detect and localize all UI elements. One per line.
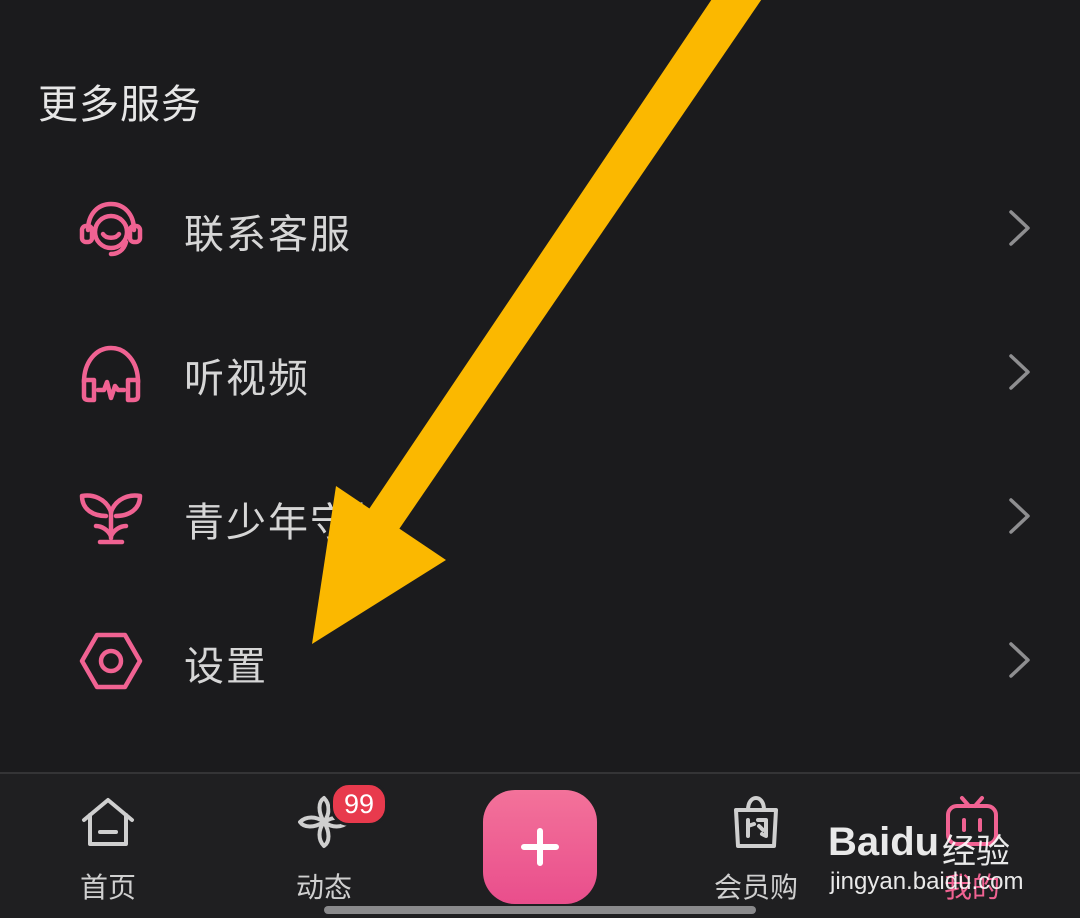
tab-label: 动态 (295, 871, 352, 904)
menu-item-customer-service[interactable]: 联系客服 (0, 156, 1080, 300)
notification-badge: 99 (330, 782, 388, 826)
menu-item-listen-video[interactable]: 听视频 (0, 300, 1080, 444)
tab-label: 会员购 (713, 871, 798, 904)
tab-vip-shop[interactable]: 会员购 (686, 774, 826, 918)
chevron-right-icon (1009, 498, 1030, 534)
chevron-right-icon (1009, 210, 1030, 246)
home-icon (82, 798, 134, 846)
menu-item-youth-protection[interactable]: 青少年守护 (0, 444, 1080, 588)
hexagon-gear-icon (79, 632, 143, 690)
menu-item-settings[interactable]: 设置 (0, 588, 1080, 732)
tab-label: 首页 (79, 871, 136, 904)
tab-label: 我的 (943, 871, 1000, 904)
chevron-right-icon (1009, 354, 1030, 390)
menu-item-label: 青少年守护 (184, 500, 394, 546)
menu-item-label: 联系客服 (184, 212, 352, 258)
tab-feed[interactable]: 99 动态 (254, 774, 394, 918)
plus-icon (521, 828, 559, 866)
tab-mine[interactable]: 我的 (902, 774, 1042, 918)
headphones-icon (81, 345, 141, 403)
menu-item-label: 设置 (184, 644, 268, 690)
section-title: 更多服务 (38, 82, 202, 128)
headset-icon (79, 201, 143, 257)
chevron-right-icon (1009, 642, 1030, 678)
screen: 更多服务 联系客服 听视频 青少年守护 设置 首页 99 动态 会员购 我的 B… (0, 0, 1080, 918)
sprout-icon (79, 493, 143, 545)
tv-icon (946, 796, 998, 846)
home-indicator[interactable] (324, 906, 756, 914)
bottom-tab-bar: 首页 99 动态 会员购 我的 (0, 772, 1080, 918)
add-button[interactable] (483, 790, 597, 904)
shopping-bag-icon (734, 796, 778, 848)
menu-item-label: 听视频 (184, 356, 310, 402)
tab-home[interactable]: 首页 (38, 774, 178, 918)
